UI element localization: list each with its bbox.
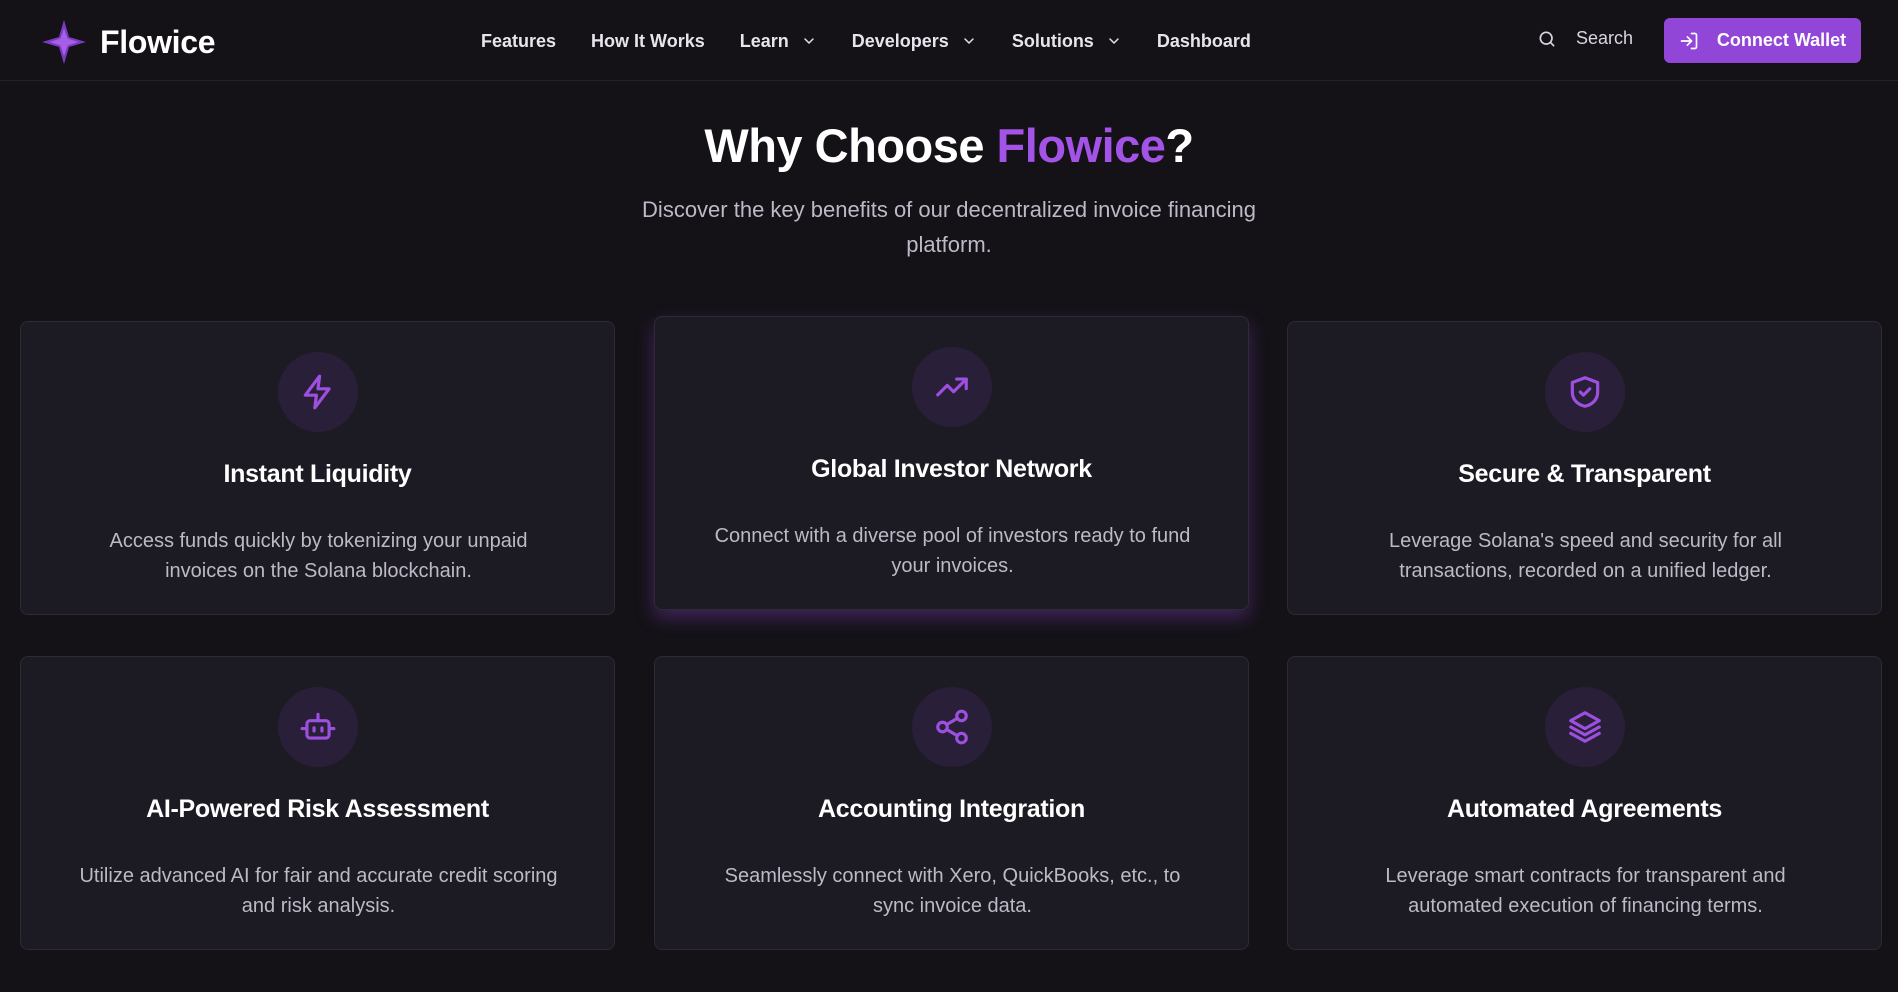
- search-icon: [1539, 31, 1555, 47]
- sign-in-icon: [1680, 32, 1698, 49]
- top-navbar: Flowice Features How It Works Learn Deve…: [0, 0, 1898, 81]
- feature-title: Accounting Integration: [818, 795, 1085, 823]
- feature-card-secure-transparent: Secure & Transparent Leverage Solana's s…: [1287, 321, 1882, 615]
- feature-icon-badge: [912, 687, 992, 767]
- four-point-star-logo-icon: [42, 20, 86, 64]
- chevron-down-icon: [804, 38, 814, 44]
- feature-card-global-investor-network: Global Investor Network Connect with a d…: [654, 316, 1249, 610]
- connect-wallet-button[interactable]: Connect Wallet: [1664, 18, 1861, 63]
- section-title-prefix: Why Choose: [704, 119, 997, 172]
- feature-description: Access funds quickly by tokenizing your …: [109, 530, 528, 582]
- feature-card-ai-risk-assessment: AI-Powered Risk Assessment Utilize advan…: [20, 656, 615, 950]
- feature-icon-badge: [1545, 687, 1625, 767]
- nav-item-label: Dashboard: [1156, 30, 1251, 51]
- feature-icon-badge: [278, 352, 358, 432]
- shield-check-icon: [1570, 376, 1600, 408]
- nav-item-features[interactable]: Features: [481, 31, 556, 52]
- feature-description: Seamlessly connect with Xero, QuickBooks…: [724, 865, 1181, 917]
- primary-nav: Features How It Works Learn Developers S…: [481, 26, 1251, 56]
- brand-logo-link[interactable]: Flowice: [40, 18, 216, 66]
- feature-icon-badge: [278, 687, 358, 767]
- nav-item-developers[interactable]: Developers: [852, 31, 977, 52]
- nav-item-label: Learn: [739, 30, 789, 51]
- feature-card-instant-liquidity: Instant Liquidity Access funds quickly b…: [20, 321, 615, 615]
- chevron-down-icon: [1109, 38, 1119, 44]
- feature-description: Leverage smart contracts for transparent…: [1385, 865, 1786, 917]
- section-title: Why Choose Flowice?: [0, 118, 1898, 173]
- connect-wallet-label: Connect Wallet: [1716, 30, 1847, 50]
- brand-name: Flowice: [100, 23, 216, 60]
- share-icon: [936, 709, 968, 745]
- feature-description: Leverage Solana's speed and security for…: [1389, 530, 1782, 582]
- layers-icon: [1569, 711, 1601, 743]
- search-label: Search: [1576, 28, 1634, 48]
- lightning-icon: [303, 374, 331, 410]
- chevron-down-icon: [964, 38, 974, 44]
- feature-title: Global Investor Network: [811, 455, 1092, 483]
- trending-up-icon: [936, 377, 968, 397]
- section-title-brand: Flowice: [996, 119, 1166, 172]
- nav-item-label: Solutions: [1011, 30, 1094, 51]
- nav-item-solutions[interactable]: Solutions: [1012, 31, 1122, 52]
- nav-item-learn[interactable]: Learn: [740, 31, 817, 52]
- search-button[interactable]: Search: [1537, 28, 1633, 49]
- feature-icon-badge: [912, 347, 992, 427]
- feature-card-accounting-integration: Accounting Integration Seamlessly connec…: [654, 656, 1249, 950]
- feature-description: Connect with a diverse pool of investors…: [714, 525, 1191, 577]
- feature-title: Secure & Transparent: [1458, 460, 1711, 488]
- feature-icon-badge: [1545, 352, 1625, 432]
- nav-item-label: How It Works: [591, 30, 705, 51]
- section-subtitle: Discover the key benefits of our decentr…: [642, 197, 1256, 257]
- nav-item-label: Features: [481, 30, 557, 51]
- nav-item-how-it-works[interactable]: How It Works: [591, 31, 705, 52]
- bot-icon: [300, 712, 336, 740]
- feature-card-automated-agreements: Automated Agreements Leverage smart cont…: [1287, 656, 1882, 950]
- feature-title: Automated Agreements: [1446, 795, 1723, 823]
- nav-item-label: Developers: [851, 30, 949, 51]
- section-title-suffix: ?: [1165, 119, 1194, 172]
- feature-title: Instant Liquidity: [223, 460, 412, 488]
- nav-item-dashboard[interactable]: Dashboard: [1157, 31, 1251, 52]
- feature-title: AI-Powered Risk Assessment: [146, 795, 489, 823]
- feature-description: Utilize advanced AI for fair and accurat…: [79, 865, 558, 917]
